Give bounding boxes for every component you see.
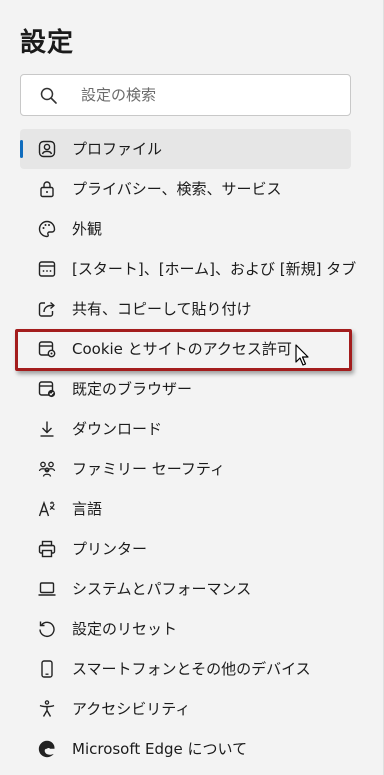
nav-item-appearance[interactable]: 外観 <box>20 209 351 249</box>
family-icon <box>37 459 57 479</box>
nav-item-label: 既定のブラウザー <box>72 380 193 398</box>
nav-item-profile[interactable]: プロファイル <box>20 129 351 169</box>
nav-item-default-browser[interactable]: 既定のブラウザー <box>20 369 351 409</box>
nav-item-label: Microsoft Edge について <box>72 740 248 758</box>
default-browser-icon <box>37 379 57 399</box>
start-page-icon <box>37 259 57 279</box>
lock-icon <box>37 179 57 199</box>
nav-item-label: [スタート]、[ホーム]、および [新規] タブ <box>72 260 357 278</box>
edge-icon <box>37 739 57 759</box>
profile-icon <box>37 139 57 159</box>
settings-nav: プロファイル プライバシー、検索、サービス 外観 [スタート]、[ホーム]、およ… <box>20 129 356 769</box>
nav-item-share-copy-paste[interactable]: 共有、コピーして貼り付け <box>20 289 351 329</box>
nav-item-start-home-newtab[interactable]: [スタート]、[ホーム]、および [新規] タブ <box>20 249 356 289</box>
nav-item-label: プリンター <box>72 540 148 558</box>
nav-item-label: 共有、コピーして貼り付け <box>72 300 252 318</box>
nav-item-label: プロファイル <box>72 140 163 158</box>
phone-icon <box>37 659 57 679</box>
nav-item-label: 外観 <box>72 220 103 238</box>
nav-item-system-performance[interactable]: システムとパフォーマンス <box>20 569 351 609</box>
search-icon <box>39 86 59 106</box>
language-icon <box>37 499 57 519</box>
search-box[interactable] <box>20 74 351 116</box>
nav-item-privacy[interactable]: プライバシー、検索、サービス <box>20 169 351 209</box>
nav-item-printers[interactable]: プリンター <box>20 529 351 569</box>
laptop-icon <box>37 579 57 599</box>
nav-item-languages[interactable]: 言語 <box>20 489 351 529</box>
nav-item-family-safety[interactable]: ファミリー セーフティ <box>20 449 351 489</box>
nav-item-label: プライバシー、検索、サービス <box>72 180 282 198</box>
accessibility-icon <box>37 699 57 719</box>
nav-item-label: アクセシビリティ <box>72 700 191 718</box>
page-title: 設定 <box>20 28 75 58</box>
printer-icon <box>37 539 57 559</box>
nav-item-phone-devices[interactable]: スマートフォンとその他のデバイス <box>20 649 351 689</box>
nav-item-about-edge[interactable]: Microsoft Edge について <box>20 729 351 769</box>
reset-icon <box>37 619 57 639</box>
nav-item-label: スマートフォンとその他のデバイス <box>72 660 311 678</box>
settings-sidebar: 設定 プロファイル プライバシー、検索、サービス 外観 <box>0 0 384 775</box>
share-icon <box>37 299 57 319</box>
nav-item-accessibility[interactable]: アクセシビリティ <box>20 689 351 729</box>
search-input[interactable] <box>81 83 341 107</box>
nav-item-label: システムとパフォーマンス <box>72 580 252 598</box>
nav-item-label: ダウンロード <box>72 420 163 438</box>
mouse-cursor-icon <box>295 344 311 368</box>
nav-item-label: 言語 <box>72 500 103 518</box>
palette-icon <box>37 219 57 239</box>
nav-item-downloads[interactable]: ダウンロード <box>20 409 351 449</box>
nav-item-reset-settings[interactable]: 設定のリセット <box>20 609 351 649</box>
nav-item-label: 設定のリセット <box>72 620 178 638</box>
download-icon <box>37 419 57 439</box>
nav-item-label: ファミリー セーフティ <box>72 460 225 478</box>
